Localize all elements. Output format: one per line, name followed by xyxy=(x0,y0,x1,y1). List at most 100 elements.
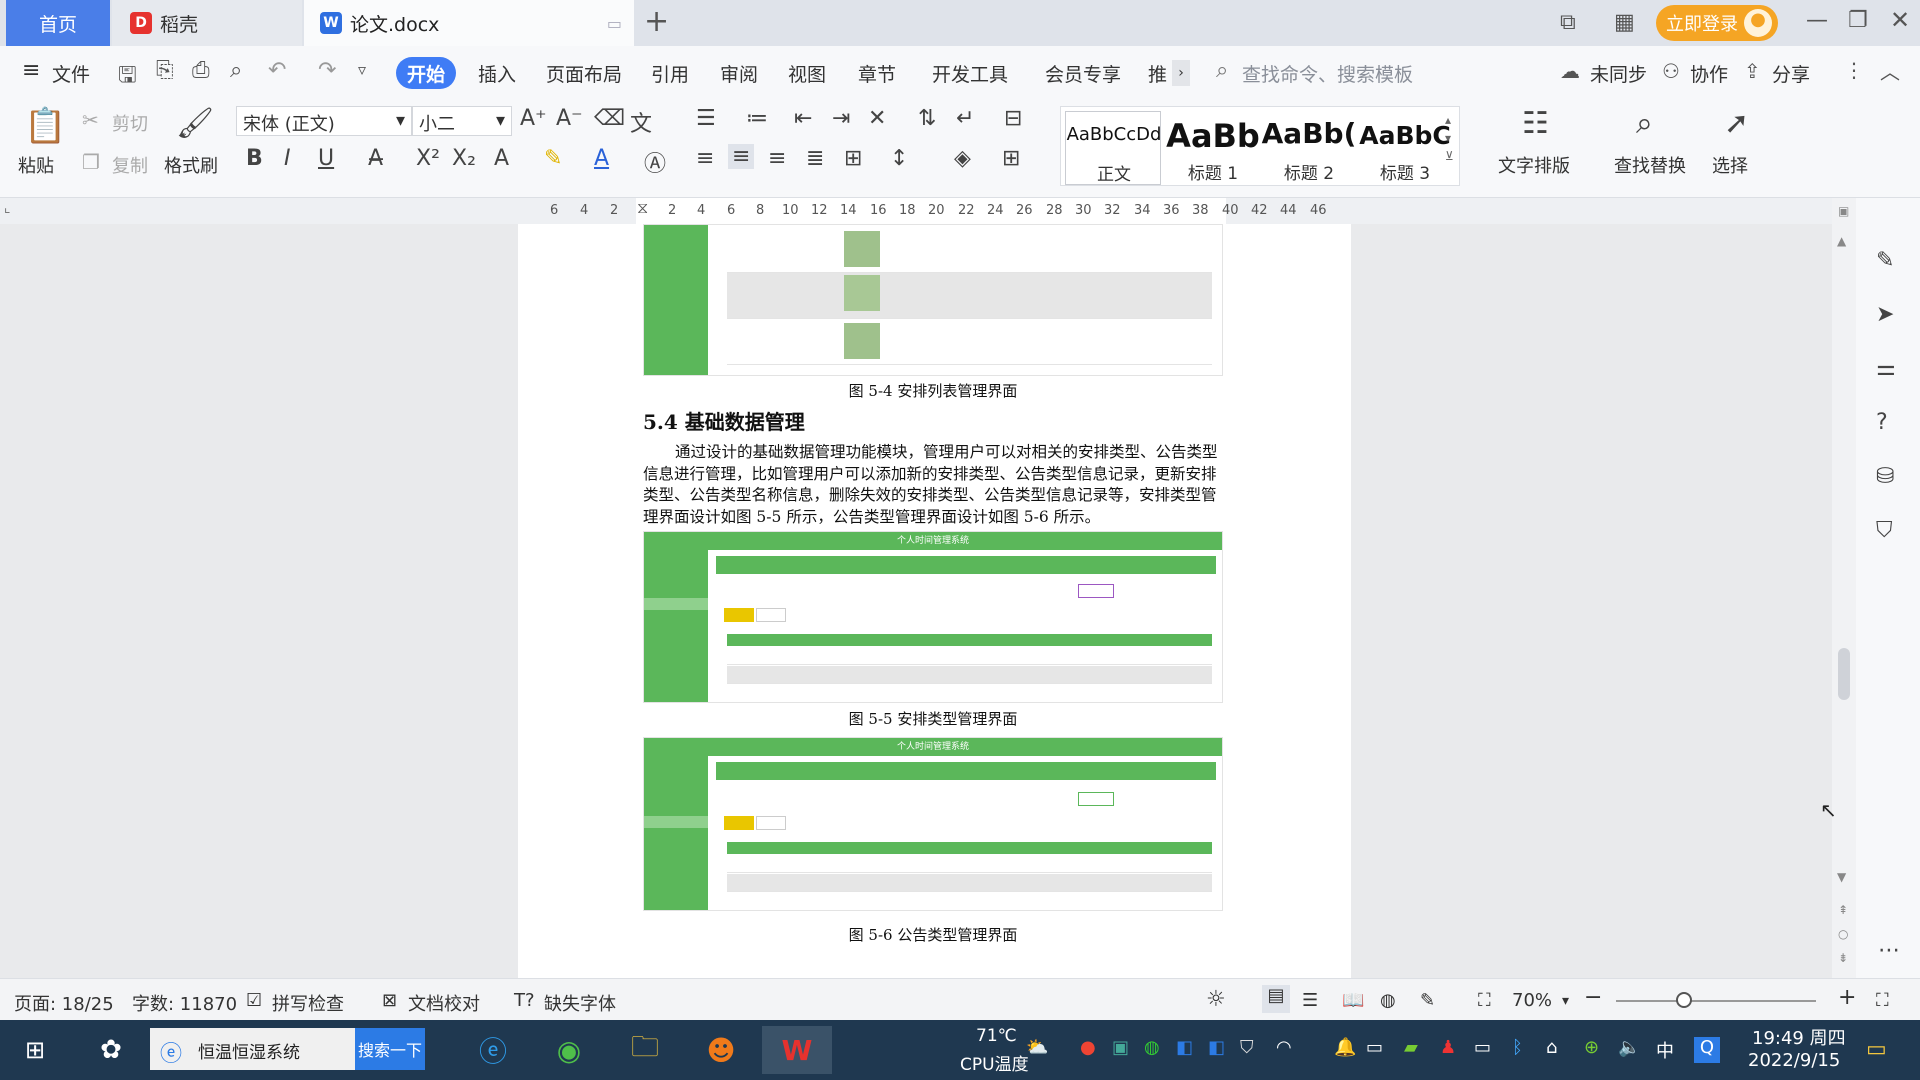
show-marks-icon[interactable]: ↵ xyxy=(956,106,974,131)
format-painter-button[interactable]: 格式刷 xyxy=(164,152,218,178)
outline-view-icon[interactable]: ☰ xyxy=(1302,990,1318,1011)
document-canvas[interactable]: 图 5-4 安排列表管理界面 5.4 基础数据管理 通过设计的基础数据管理功能模… xyxy=(0,224,1840,978)
volume-icon[interactable]: 🔈 xyxy=(1618,1037,1640,1058)
print-preview-icon[interactable]: ⌕ xyxy=(230,58,242,83)
find-replace-button[interactable]: 查找替换 xyxy=(1614,152,1686,178)
menu-view[interactable]: 视图 xyxy=(788,60,826,87)
grid-apps-icon[interactable]: ▦ xyxy=(1614,10,1635,35)
increase-indent-icon[interactable]: ⇥ xyxy=(832,106,850,131)
zoom-in-icon[interactable]: + xyxy=(1838,985,1856,1010)
find-replace-icon[interactable]: ⌕ xyxy=(1636,106,1653,141)
menu-file[interactable]: 文件 xyxy=(52,60,90,87)
zoom-slider-thumb[interactable] xyxy=(1676,992,1692,1008)
bullet-list-icon[interactable]: ☰ xyxy=(696,106,716,131)
menu-start[interactable]: 开始 xyxy=(396,57,456,89)
zoom-level-select[interactable]: 70% xyxy=(1512,990,1552,1011)
windows-start-icon[interactable]: ⊞ xyxy=(10,1026,60,1074)
tray-app-icon[interactable]: ● xyxy=(1080,1037,1096,1058)
fit-page-icon[interactable]: ⛶ xyxy=(1478,990,1491,1011)
nvidia-icon[interactable]: ▰ xyxy=(1404,1037,1418,1058)
battery-icon[interactable]: ▭ xyxy=(1474,1037,1491,1058)
quick-access-dropdown-icon[interactable]: ▿ xyxy=(358,60,366,79)
copy-icon[interactable]: ❐ xyxy=(82,150,100,174)
bluetooth-icon[interactable]: ᛒ xyxy=(1512,1037,1523,1058)
doc-proof-button[interactable]: 文档校对 xyxy=(408,990,480,1016)
highlight-icon[interactable]: ✎ xyxy=(544,146,562,171)
page-nav-icons[interactable]: ⇞ ○ ⇟ xyxy=(1838,898,1848,970)
text-layout-button[interactable]: 文字排版 xyxy=(1498,152,1570,178)
ie-browser-icon[interactable]: ⓔ xyxy=(468,1026,518,1074)
select-cursor-icon[interactable]: ➚ xyxy=(1724,106,1749,141)
tray-app-icon[interactable]: ▣ xyxy=(1112,1037,1129,1058)
menu-recommend[interactable]: 推 xyxy=(1148,60,1167,87)
align-center-icon[interactable]: ≡ xyxy=(728,144,755,169)
redo-icon[interactable]: ↷ xyxy=(318,58,336,83)
shading-icon[interactable]: ◈ xyxy=(954,146,971,171)
ime-indicator[interactable]: 中 xyxy=(1656,1037,1674,1063)
style-heading-2[interactable]: AaBb( 标题 2 xyxy=(1261,111,1357,185)
export-icon[interactable]: ⎘ xyxy=(156,58,174,83)
tab-stop-icon[interactable]: ⌞ xyxy=(4,200,11,216)
menu-page-layout[interactable]: 页面布局 xyxy=(546,60,622,87)
select-button[interactable]: 选择 xyxy=(1712,152,1748,178)
horizontal-ruler[interactable]: ⌞ 6 4 2 ⧖ 2 4 6 8 10 12 14 16 18 20 22 2… xyxy=(0,198,1840,224)
qq-icon[interactable]: ♟ xyxy=(1440,1037,1456,1058)
word-count[interactable]: 字数: 11870 xyxy=(132,990,237,1016)
menu-insert[interactable]: 插入 xyxy=(478,60,516,87)
menu-chapter[interactable]: 章节 xyxy=(858,60,896,87)
save-icon[interactable]: 🖫 xyxy=(118,58,137,96)
char-border-icon[interactable]: Ⓐ xyxy=(644,146,666,178)
clock-date[interactable]: 2022/9/15 xyxy=(1748,1050,1840,1071)
borders-icon[interactable]: ⊞ xyxy=(1002,146,1020,171)
decrease-font-icon[interactable]: A⁻ xyxy=(556,106,583,131)
scroll-thumb[interactable] xyxy=(1838,648,1850,700)
tray-app-icon[interactable]: ▭ xyxy=(1366,1037,1383,1058)
style-heading-1[interactable]: AaBb 标题 1 xyxy=(1165,111,1261,185)
menu-dev-tools[interactable]: 开发工具 xyxy=(932,60,1008,87)
weather-icon[interactable]: ⛅ xyxy=(1026,1037,1048,1058)
login-button[interactable]: 立即登录 ● xyxy=(1656,5,1778,41)
zoom-dropdown-icon[interactable]: ▾ xyxy=(1562,993,1569,1009)
wechat-icon[interactable]: ◍ xyxy=(1144,1037,1160,1058)
tray-app-icon[interactable]: ◧ xyxy=(1208,1037,1225,1058)
layout-icon[interactable]: ⧉ xyxy=(1560,10,1576,35)
backup-icon[interactable]: ⛁ xyxy=(1876,464,1894,489)
justify-icon[interactable]: ≣ xyxy=(806,146,824,171)
file-explorer-icon[interactable]: 🗀 xyxy=(620,1026,670,1074)
collab-button[interactable]: 协作 xyxy=(1690,60,1728,87)
missing-font-button[interactable]: 缺失字体 xyxy=(544,990,616,1016)
zoom-out-icon[interactable]: − xyxy=(1584,985,1602,1010)
font-color-icon[interactable]: A xyxy=(594,146,609,171)
scroll-top-icon[interactable]: ▣ xyxy=(1838,204,1849,218)
indent-marker-icon[interactable]: ⧖ xyxy=(637,198,648,218)
taskbar-search-button[interactable]: 搜索一下 xyxy=(355,1028,425,1070)
cut-button[interactable]: 剪切 xyxy=(112,110,148,136)
underline-icon[interactable]: U xyxy=(318,146,334,171)
browser-360-icon[interactable]: ◉ xyxy=(544,1026,594,1074)
restore-icon[interactable]: ❐ xyxy=(1848,8,1868,33)
write-view-icon[interactable]: ✎ xyxy=(1420,990,1435,1011)
superscript-icon[interactable]: X² xyxy=(416,146,440,171)
tray-app-icon[interactable]: ◧ xyxy=(1176,1037,1193,1058)
share-button[interactable]: 分享 xyxy=(1772,60,1810,87)
paste-icon[interactable]: 📋 xyxy=(24,106,66,146)
sort-icon[interactable]: ⇅ xyxy=(918,106,936,131)
numbered-list-icon[interactable]: ≔ xyxy=(746,106,768,131)
subscript-icon[interactable]: X₂ xyxy=(452,146,476,171)
unsync-button[interactable]: 未同步 xyxy=(1590,60,1647,87)
font-size-select[interactable]: 小二 ▾ xyxy=(412,106,512,136)
bold-icon[interactable]: B xyxy=(246,146,263,171)
close-icon[interactable]: ✕ xyxy=(1890,6,1910,34)
increase-font-icon[interactable]: A⁺ xyxy=(520,106,547,131)
menu-member[interactable]: 会员专享 xyxy=(1045,60,1121,87)
copy-button[interactable]: 复制 xyxy=(112,152,148,178)
tray-plus-icon[interactable]: ⊕ xyxy=(1584,1037,1599,1058)
font-name-select[interactable]: 宋体 (正文) ▾ xyxy=(236,106,412,136)
vertical-scrollbar[interactable]: ▣ ▲ ▼ ⇞ ○ ⇟ xyxy=(1832,198,1856,978)
web-view-icon[interactable]: ◍ xyxy=(1380,990,1396,1011)
eye-protection-icon[interactable]: ☼ xyxy=(1206,987,1226,1012)
wps-writer-taskbar-icon[interactable]: W xyxy=(762,1026,832,1074)
tab-ruler-icon[interactable]: ⊟ xyxy=(1004,106,1022,131)
scroll-down-icon[interactable]: ▼ xyxy=(1837,870,1846,884)
format-painter-icon[interactable]: 🖌 xyxy=(176,106,214,141)
